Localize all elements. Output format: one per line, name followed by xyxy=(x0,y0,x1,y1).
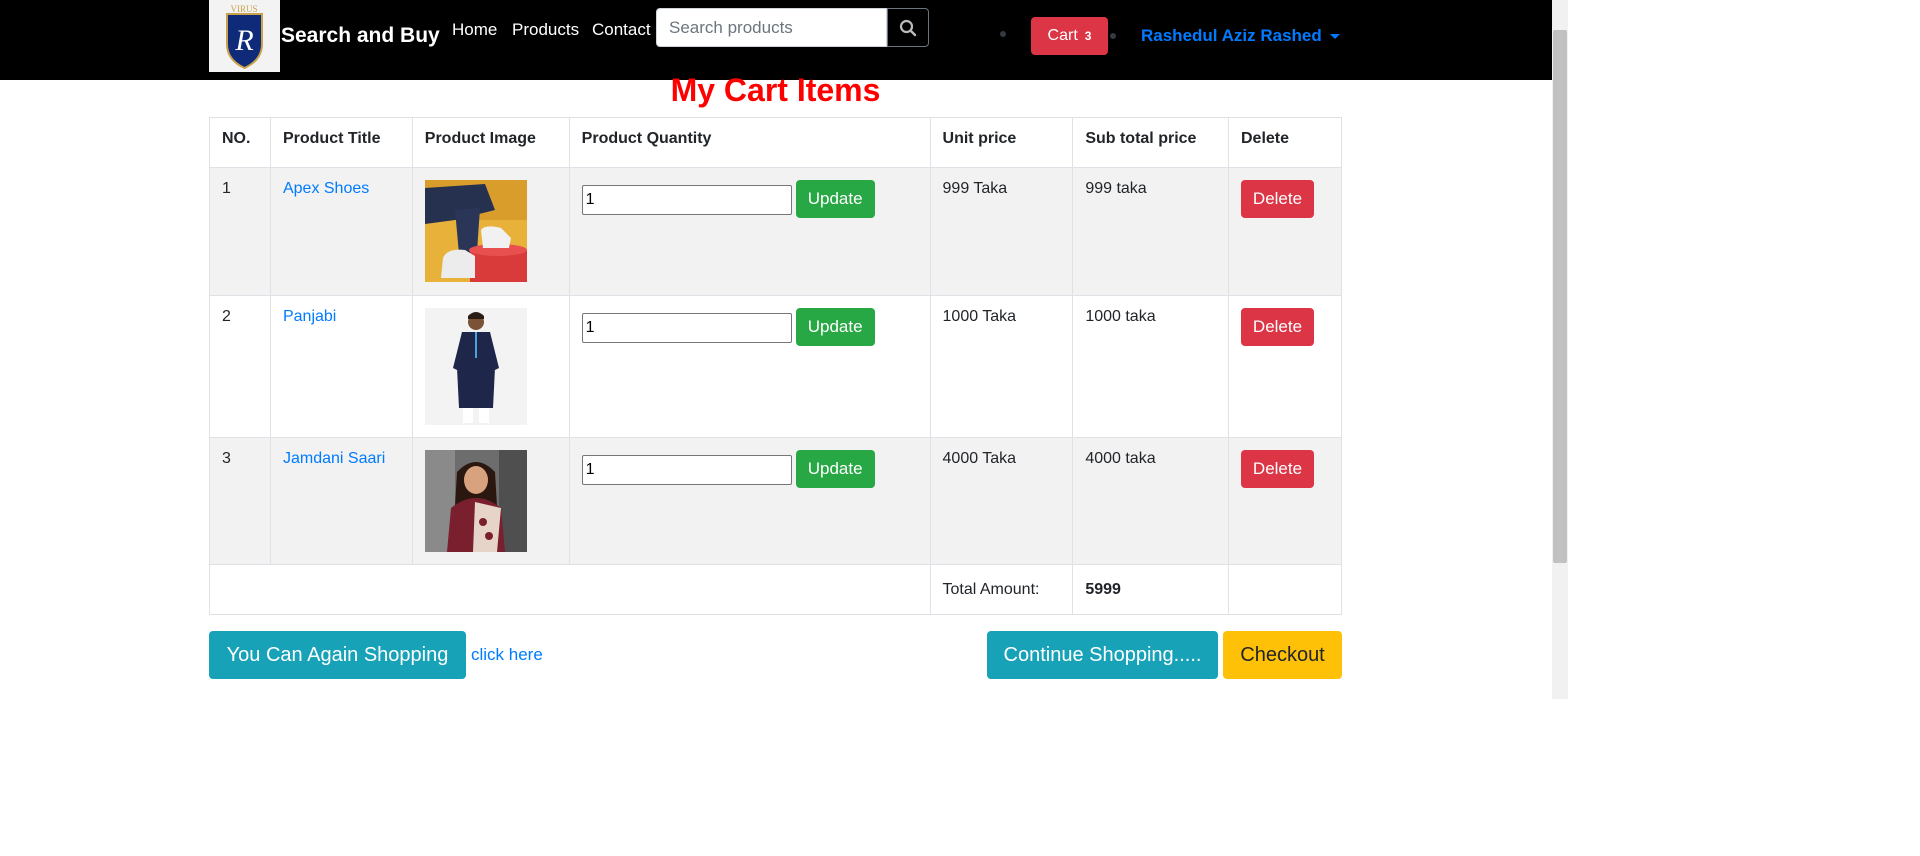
unit-price-cell: 4000 Taka xyxy=(929,437,1074,565)
product-title-link[interactable]: Apex Shoes xyxy=(283,180,369,197)
nav-home-link[interactable]: Home xyxy=(452,20,497,40)
quantity-cell: Update xyxy=(568,167,931,296)
cart-button[interactable]: Cart 3 xyxy=(1031,17,1108,55)
product-title-link[interactable]: Jamdani Saari xyxy=(283,450,385,467)
nav-separator-dot xyxy=(1110,33,1116,39)
product-image-panjabi xyxy=(424,308,527,425)
column-header-quantity: Product Quantity xyxy=(568,117,931,168)
row-number: 1 xyxy=(209,167,271,296)
navbar: VIRUS R Search and Buy Home Products Con… xyxy=(0,0,1552,80)
checkout-button[interactable]: Checkout xyxy=(1223,631,1342,679)
total-label: Total Amount: xyxy=(929,564,1074,615)
delete-cell: Delete xyxy=(1228,437,1342,565)
row-number: 2 xyxy=(209,295,271,438)
delete-cell: Delete xyxy=(1228,167,1342,296)
click-here-link[interactable]: click here xyxy=(471,645,543,665)
search-input[interactable] xyxy=(656,8,887,47)
product-image-cell xyxy=(411,167,570,296)
continue-shopping-button[interactable]: Continue Shopping..... xyxy=(987,631,1218,679)
delete-button[interactable]: Delete xyxy=(1241,180,1314,218)
product-image-cell xyxy=(411,437,570,565)
row-number: 3 xyxy=(209,437,271,565)
cart-label: Cart xyxy=(1047,27,1078,44)
total-empty-cell xyxy=(1228,564,1342,615)
cart-table: NO. Product Title Product Image Product … xyxy=(209,117,1342,615)
page-scrollbar-thumb[interactable] xyxy=(1553,30,1567,563)
column-header-image: Product Image xyxy=(411,117,570,168)
nav-separator-dot xyxy=(1000,31,1006,37)
update-button[interactable]: Update xyxy=(795,180,875,218)
svg-text:R: R xyxy=(234,24,253,57)
quantity-stepper[interactable] xyxy=(581,455,792,485)
table-row: 3 Jamdani Saari Update xyxy=(209,437,1342,565)
column-header-delete: Delete xyxy=(1228,117,1342,168)
unit-price-cell: 999 Taka xyxy=(929,167,1074,296)
quantity-stepper[interactable] xyxy=(581,313,792,343)
column-header-title: Product Title xyxy=(269,117,413,168)
search-button[interactable] xyxy=(887,8,929,47)
brand-name[interactable]: Search and Buy xyxy=(281,24,440,48)
update-button[interactable]: Update xyxy=(795,450,875,488)
chevron-down-icon xyxy=(1329,33,1340,39)
total-row: Total Amount: 5999 xyxy=(209,564,1342,615)
nav-products-link[interactable]: Products xyxy=(512,20,579,40)
delete-button[interactable]: Delete xyxy=(1241,450,1314,488)
product-image-shoes xyxy=(424,180,527,282)
user-dropdown[interactable]: Rashedul Aziz Rashed xyxy=(1141,26,1340,46)
product-title-cell: Panjabi xyxy=(269,295,413,438)
column-header-unit-price: Unit price xyxy=(929,117,1074,168)
quantity-cell: Update xyxy=(568,437,931,565)
column-header-no: NO. xyxy=(209,117,271,168)
update-button[interactable]: Update xyxy=(795,308,875,346)
product-image-saari xyxy=(424,450,527,552)
delete-cell: Delete xyxy=(1228,295,1342,438)
table-row: 2 Panjabi Update xyxy=(209,295,1342,438)
product-title-cell: Apex Shoes xyxy=(269,167,413,296)
subtotal-cell: 4000 taka xyxy=(1072,437,1229,565)
quantity-cell: Update xyxy=(568,295,931,438)
site-logo[interactable]: VIRUS R xyxy=(209,0,280,72)
unit-price-cell: 1000 Taka xyxy=(929,295,1074,438)
again-shopping-button[interactable]: You Can Again Shopping xyxy=(209,631,466,679)
subtotal-cell: 1000 taka xyxy=(1072,295,1229,438)
table-header-row: NO. Product Title Product Image Product … xyxy=(209,117,1342,168)
product-title-link[interactable]: Panjabi xyxy=(283,308,336,325)
column-header-subtotal: Sub total price xyxy=(1072,117,1229,168)
delete-button[interactable]: Delete xyxy=(1241,308,1314,346)
shield-logo-icon: VIRUS R xyxy=(209,0,280,72)
total-spacer-cell xyxy=(209,564,931,615)
subtotal-cell: 999 taka xyxy=(1072,167,1229,296)
svg-text:VIRUS: VIRUS xyxy=(230,4,257,14)
table-row: 1 Apex Shoes Update xyxy=(209,167,1342,296)
user-name: Rashedul Aziz Rashed xyxy=(1141,26,1322,45)
product-image-cell xyxy=(411,295,570,438)
search-icon xyxy=(899,19,917,36)
page-title: My Cart Items xyxy=(670,72,881,108)
total-amount: 5999 xyxy=(1072,564,1229,615)
cart-count-badge: 3 xyxy=(1084,29,1092,43)
nav-contact-link[interactable]: Contact xyxy=(592,20,651,40)
product-title-cell: Jamdani Saari xyxy=(269,437,413,565)
quantity-stepper[interactable] xyxy=(581,185,792,215)
